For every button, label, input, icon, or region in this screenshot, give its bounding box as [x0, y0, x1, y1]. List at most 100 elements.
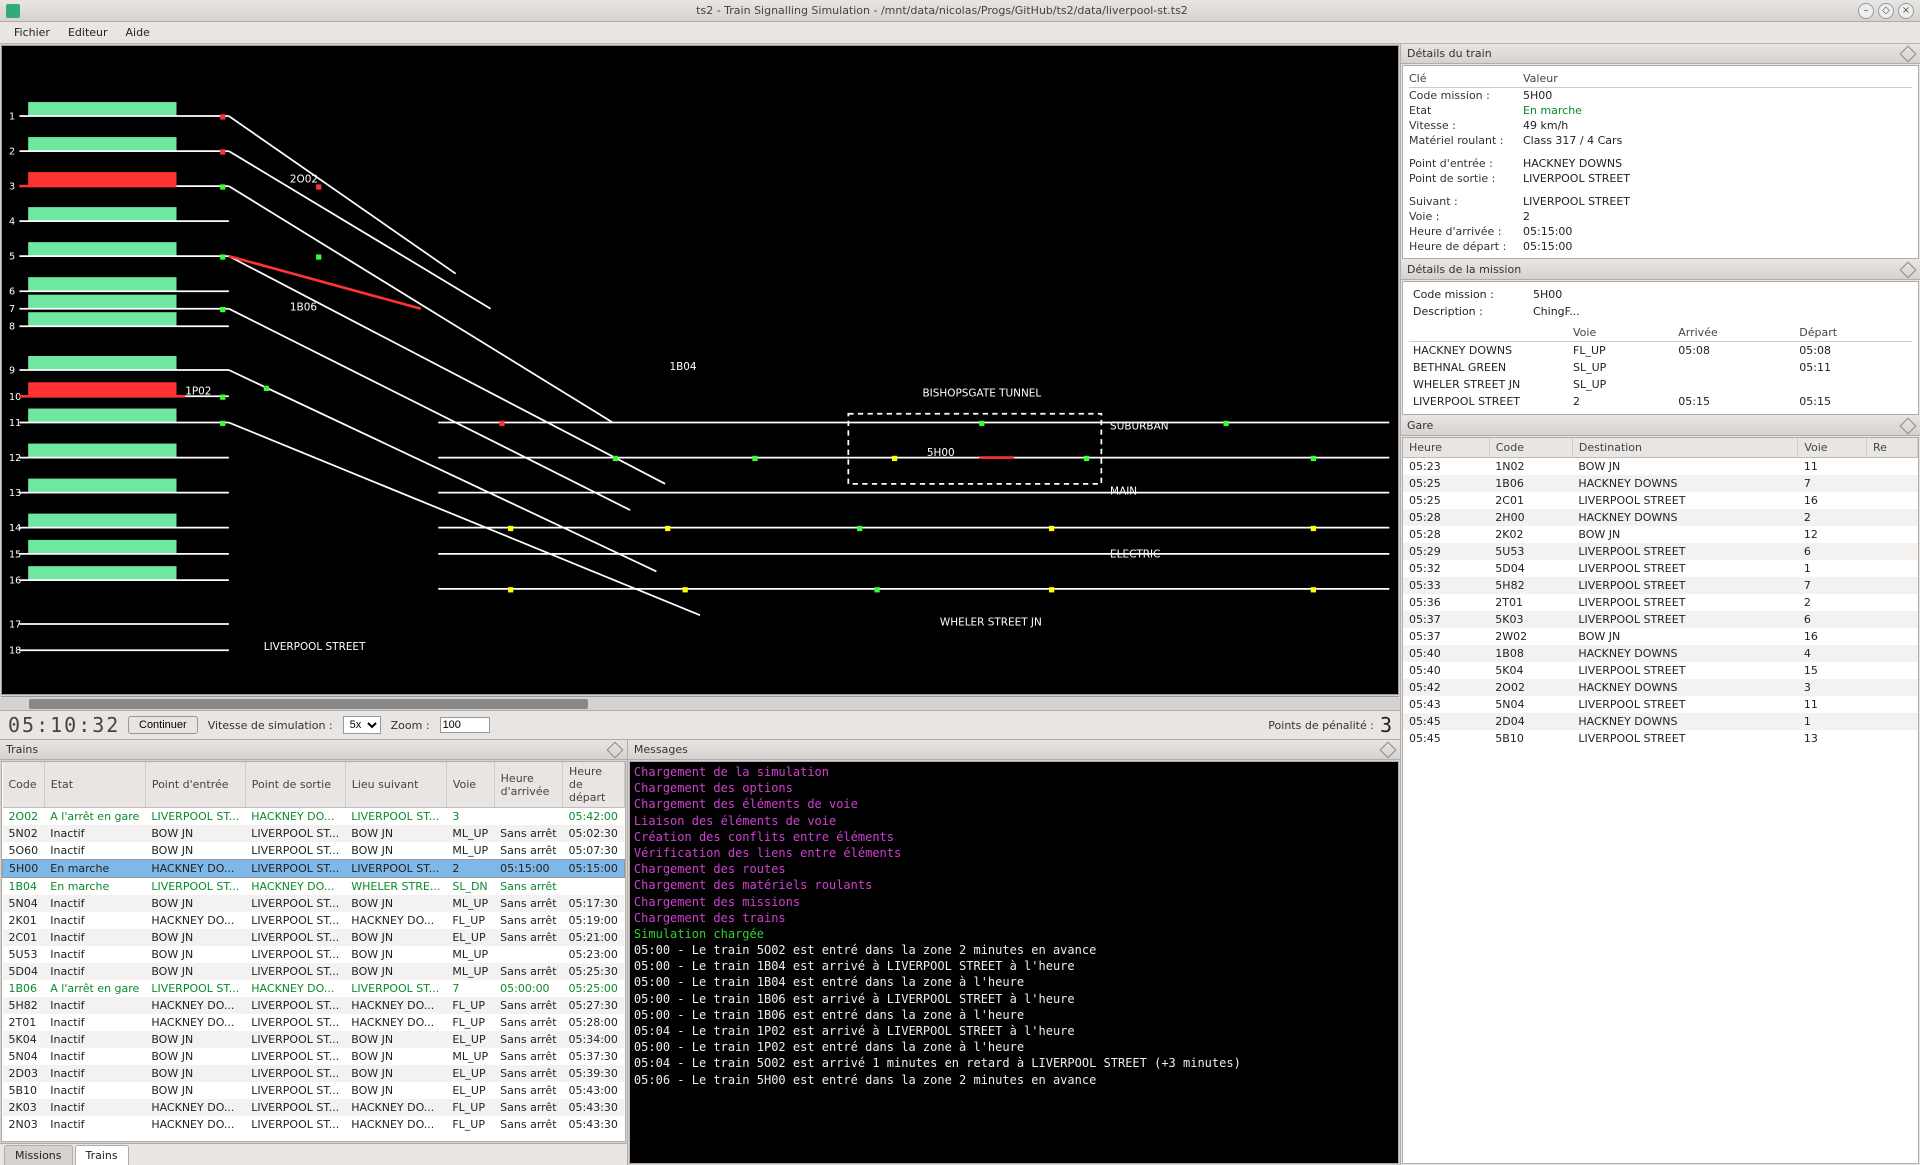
svg-text:10: 10	[9, 392, 21, 403]
continue-button[interactable]: Continuer	[128, 716, 198, 734]
sim-clock: 05:10:32	[8, 713, 118, 737]
table-row[interactable]: 05:362T01LIVERPOOL STREET2	[1403, 594, 1918, 611]
svg-text:SUBURBAN: SUBURBAN	[1110, 421, 1169, 433]
svg-text:12: 12	[9, 453, 21, 464]
table-row[interactable]: 05:295U53LIVERPOOL STREET6	[1403, 543, 1918, 560]
svg-text:1: 1	[9, 112, 15, 123]
table-row[interactable]: 05:252C01LIVERPOOL STREET16	[1403, 492, 1918, 509]
penalty-value: 3	[1380, 713, 1392, 737]
svg-text:MAIN: MAIN	[1110, 485, 1137, 497]
svg-text:13: 13	[9, 488, 21, 499]
table-row[interactable]: 2O02A l'arrêt en gareLIVERPOOL ST...HACK…	[3, 808, 625, 826]
svg-text:2: 2	[9, 147, 15, 158]
table-row[interactable]: 05:452D04HACKNEY DOWNS1	[1403, 713, 1918, 730]
sim-speed-label: Vitesse de simulation :	[208, 719, 333, 732]
table-row[interactable]: 05:282K02BOW JN12	[1403, 526, 1918, 543]
table-row[interactable]: 05:251B06HACKNEY DOWNS7	[1403, 475, 1918, 492]
table-row[interactable]: 5N04InactifBOW JNLIVERPOOL ST...BOW JNML…	[3, 1048, 625, 1065]
table-row[interactable]: 1B06A l'arrêt en gareLIVERPOOL ST...HACK…	[3, 980, 625, 997]
menu-aide[interactable]: Aide	[118, 24, 158, 41]
svg-text:17: 17	[9, 619, 21, 630]
table-row[interactable]: 05:422O02HACKNEY DOWNS3	[1403, 679, 1918, 696]
penalty-label: Points de pénalité :	[1268, 719, 1374, 732]
svg-text:BISHOPSGATE TUNNEL: BISHOPSGATE TUNNEL	[922, 387, 1041, 399]
table-row[interactable]: 2C01InactifBOW JNLIVERPOOL ST...BOW JNEL…	[3, 929, 625, 946]
expand-icon[interactable]	[1900, 261, 1917, 278]
table-row[interactable]: 5H00En marcheHACKNEY DO...LIVERPOOL ST..…	[3, 860, 625, 878]
table-row[interactable]: 5U53InactifBOW JNLIVERPOOL ST...BOW JNML…	[3, 946, 625, 963]
menu-fichier[interactable]: Fichier	[6, 24, 58, 41]
table-row[interactable]: 2T01InactifHACKNEY DO...LIVERPOOL ST...H…	[3, 1014, 625, 1031]
messages-dock: Messages Chargement de la simulationChar…	[628, 740, 1400, 1165]
expand-icon[interactable]	[1380, 741, 1397, 758]
table-row[interactable]: 1B04En marcheLIVERPOOL ST...HACKNEY DO..…	[3, 878, 625, 896]
trains-table[interactable]: CodeEtatPoint d'entréePoint de sortieLie…	[2, 762, 625, 1133]
table-row[interactable]: 2K01InactifHACKNEY DO...LIVERPOOL ST...H…	[3, 912, 625, 929]
train-details-panel: Détails du train CléValeur Code mission …	[1401, 44, 1920, 260]
svg-text:LIVERPOOL STREET: LIVERPOOL STREET	[264, 641, 366, 653]
svg-text:9: 9	[9, 365, 15, 376]
svg-text:2O02: 2O02	[290, 174, 318, 186]
svg-text:4: 4	[9, 217, 15, 228]
track-scrollbar-horizontal[interactable]	[1, 696, 1399, 710]
expand-icon[interactable]	[1900, 417, 1917, 434]
svg-text:15: 15	[9, 549, 21, 560]
gare-table[interactable]: HeureCodeDestinationVoieRe 05:231N02BOW …	[1403, 438, 1918, 747]
table-row[interactable]: 5H82InactifHACKNEY DO...LIVERPOOL ST...H…	[3, 997, 625, 1014]
table-row[interactable]: 5N04InactifBOW JNLIVERPOOL ST...BOW JNML…	[3, 895, 625, 912]
sim-speed-select[interactable]: 5x	[343, 716, 381, 734]
track-diagram[interactable]: 123456789101112131415161718	[1, 45, 1399, 695]
expand-icon[interactable]	[606, 741, 623, 758]
table-row[interactable]: 5K04InactifBOW JNLIVERPOOL ST...BOW JNEL…	[3, 1031, 625, 1048]
window-minimize-button[interactable]: –	[1858, 3, 1874, 19]
window-title: ts2 - Train Signalling Simulation - /mnt…	[26, 4, 1858, 17]
svg-text:3: 3	[9, 182, 15, 193]
messages-dock-title: Messages	[628, 740, 1400, 760]
table-row[interactable]: 5O60InactifBOW JNLIVERPOOL ST...BOW JNML…	[3, 842, 625, 860]
table-row[interactable]: 2N03InactifHACKNEY DO...LIVERPOOL ST...H…	[3, 1116, 625, 1133]
sim-controls: 05:10:32 Continuer Vitesse de simulation…	[0, 710, 1400, 740]
window-close-button[interactable]: ×	[1898, 3, 1914, 19]
table-row[interactable]: 05:231N02BOW JN11	[1403, 458, 1918, 476]
menubar: Fichier Editeur Aide	[0, 22, 1920, 44]
svg-text:ELECTRIC: ELECTRIC	[1110, 548, 1160, 560]
messages-log[interactable]: Chargement de la simulationChargement de…	[629, 761, 1399, 1164]
svg-text:1B06: 1B06	[290, 301, 317, 313]
table-row[interactable]: 05:455B10LIVERPOOL STREET13	[1403, 730, 1918, 747]
svg-text:5H00: 5H00	[927, 447, 955, 459]
tab-trains[interactable]: Trains	[75, 1145, 129, 1165]
gare-panel: Gare HeureCodeDestinationVoieRe 05:231N0…	[1401, 416, 1920, 1165]
svg-text:7: 7	[9, 304, 15, 315]
table-row[interactable]: 05:401B08HACKNEY DOWNS4	[1403, 645, 1918, 662]
trains-tabs: Missions Trains	[0, 1143, 627, 1165]
table-row[interactable]: 05:325D04LIVERPOOL STREET1	[1403, 560, 1918, 577]
expand-icon[interactable]	[1900, 45, 1917, 62]
table-row[interactable]: 5D04InactifBOW JNLIVERPOOL ST...BOW JNML…	[3, 963, 625, 980]
table-row[interactable]: 5N02InactifBOW JNLIVERPOOL ST...BOW JNML…	[3, 825, 625, 842]
svg-text:6: 6	[9, 287, 15, 298]
zoom-label: Zoom :	[391, 719, 430, 732]
table-row[interactable]: 05:372W02BOW JN16	[1403, 628, 1918, 645]
window-titlebar: ts2 - Train Signalling Simulation - /mnt…	[0, 0, 1920, 22]
svg-text:WHELER STREET JN: WHELER STREET JN	[940, 617, 1042, 629]
app-icon	[6, 4, 20, 18]
table-row[interactable]: 05:375K03LIVERPOOL STREET6	[1403, 611, 1918, 628]
svg-text:18: 18	[9, 646, 21, 657]
table-row[interactable]: 05:335H82LIVERPOOL STREET7	[1403, 577, 1918, 594]
svg-text:8: 8	[9, 322, 15, 333]
trains-dock-title: Trains	[0, 740, 627, 760]
table-row[interactable]: 05:282H00HACKNEY DOWNS2	[1403, 509, 1918, 526]
svg-text:1P02: 1P02	[185, 386, 211, 398]
tab-missions[interactable]: Missions	[4, 1145, 73, 1165]
table-row[interactable]: 2K03InactifHACKNEY DO...LIVERPOOL ST...H…	[3, 1099, 625, 1116]
table-row[interactable]: 05:435N04LIVERPOOL STREET11	[1403, 696, 1918, 713]
svg-text:14: 14	[9, 523, 21, 534]
zoom-input[interactable]	[440, 717, 490, 733]
menu-editeur[interactable]: Editeur	[60, 24, 116, 41]
table-row[interactable]: 2D03InactifBOW JNLIVERPOOL ST...BOW JNEL…	[3, 1065, 625, 1082]
svg-text:5: 5	[9, 252, 15, 263]
table-row[interactable]: 05:405K04LIVERPOOL STREET15	[1403, 662, 1918, 679]
window-maximize-button[interactable]: ◇	[1878, 3, 1894, 19]
svg-text:11: 11	[9, 418, 21, 429]
table-row[interactable]: 5B10InactifBOW JNLIVERPOOL ST...BOW JNEL…	[3, 1082, 625, 1099]
